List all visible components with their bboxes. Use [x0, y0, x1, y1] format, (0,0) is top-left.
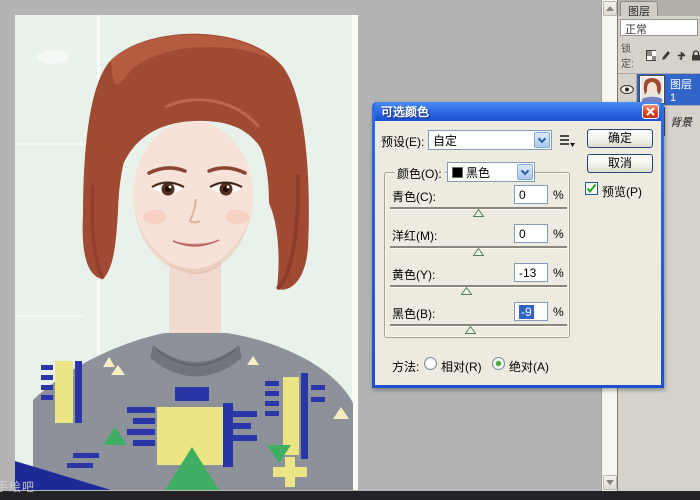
layer-thumbnail[interactable] [639, 75, 665, 104]
black-color-swatch [452, 167, 463, 178]
cyan-label: 青色(C): [392, 188, 436, 205]
layer-thumbnail-image [641, 77, 663, 102]
relative-label: 相对(R) [441, 358, 482, 375]
preset-value: 自定 [433, 132, 457, 149]
black-value-field[interactable]: -9 [514, 302, 548, 321]
magenta-value-field[interactable]: 0 [514, 224, 548, 243]
arrow-down-icon [606, 480, 614, 485]
panel-tabstrip: 图层 [618, 0, 700, 16]
photoshop-workspace: 手绘吧 图层 正常 锁定: 图层 1 [0, 0, 700, 500]
ok-button[interactable]: 确定 [587, 129, 653, 148]
yellow-unit: % [553, 266, 564, 280]
lock-options-row: 锁定: [618, 38, 700, 73]
cyan-value-field[interactable]: 0 [514, 185, 548, 204]
cancel-button[interactable]: 取消 [587, 154, 653, 173]
scroll-up-button[interactable] [603, 1, 617, 16]
status-bar [0, 491, 700, 500]
canvas-photo [15, 15, 358, 490]
absolute-radio[interactable] [492, 357, 505, 370]
chevron-down-icon[interactable] [534, 132, 550, 148]
eye-icon [620, 85, 634, 94]
arrow-up-icon [606, 6, 614, 11]
preset-options-icon[interactable] [559, 133, 575, 148]
black-label: 黑色(B): [392, 305, 435, 322]
cyan-unit: % [553, 188, 564, 202]
lock-paint-icon[interactable] [661, 50, 671, 61]
portrait-illustration [15, 15, 358, 490]
layer-name[interactable]: 图层 1 [667, 74, 700, 105]
layer-name[interactable]: 背景 [667, 106, 700, 137]
lock-transparency-icon[interactable] [646, 50, 656, 61]
preview-checkbox[interactable] [585, 182, 598, 195]
yellow-slider-track[interactable] [390, 285, 567, 287]
color-label: 颜色(O): [394, 165, 445, 182]
checkmark-icon [586, 183, 597, 194]
preset-label: 预设(E): [381, 133, 424, 150]
visibility-cell[interactable] [618, 74, 637, 105]
lock-move-icon[interactable] [676, 50, 686, 61]
tab-layers[interactable]: 图层 [620, 1, 658, 16]
black-unit: % [553, 305, 564, 319]
absolute-label: 绝对(A) [509, 358, 549, 375]
layer-row-layer1[interactable]: 图层 1 [618, 73, 700, 105]
close-button[interactable] [642, 104, 659, 119]
yellow-label: 黄色(Y): [392, 266, 435, 283]
blend-mode-select[interactable]: 正常 [620, 19, 698, 36]
yellow-value-field[interactable]: -13 [514, 263, 548, 282]
dialog-body: 预设(E): 自定 确定 取消 预览(P) 颜色(O): 黑色 [375, 121, 661, 385]
relative-radio[interactable] [424, 357, 437, 370]
method-label: 方法: [392, 358, 419, 375]
magenta-unit: % [553, 227, 564, 241]
dialog-title: 可选颜色 [381, 103, 642, 120]
lock-all-icon[interactable] [691, 50, 700, 61]
color-dropdown[interactable]: 黑色 [447, 162, 535, 182]
preset-dropdown[interactable]: 自定 [428, 130, 552, 150]
selective-color-dialog: 可选颜色 预设(E): 自定 确定 取消 预览(P) 颜色(O): [372, 102, 664, 388]
lock-label: 锁定: [621, 40, 641, 70]
close-icon [646, 107, 655, 116]
scroll-down-button[interactable] [603, 475, 617, 490]
preview-label: 预览(P) [602, 183, 642, 200]
black-slider-track[interactable] [390, 324, 567, 326]
chevron-down-icon[interactable] [517, 164, 533, 180]
magenta-label: 洋红(M): [392, 227, 437, 244]
canvas-watermark: 手绘吧 [0, 478, 35, 495]
color-value: 黑色 [466, 164, 490, 181]
dialog-titlebar[interactable]: 可选颜色 [375, 102, 661, 121]
